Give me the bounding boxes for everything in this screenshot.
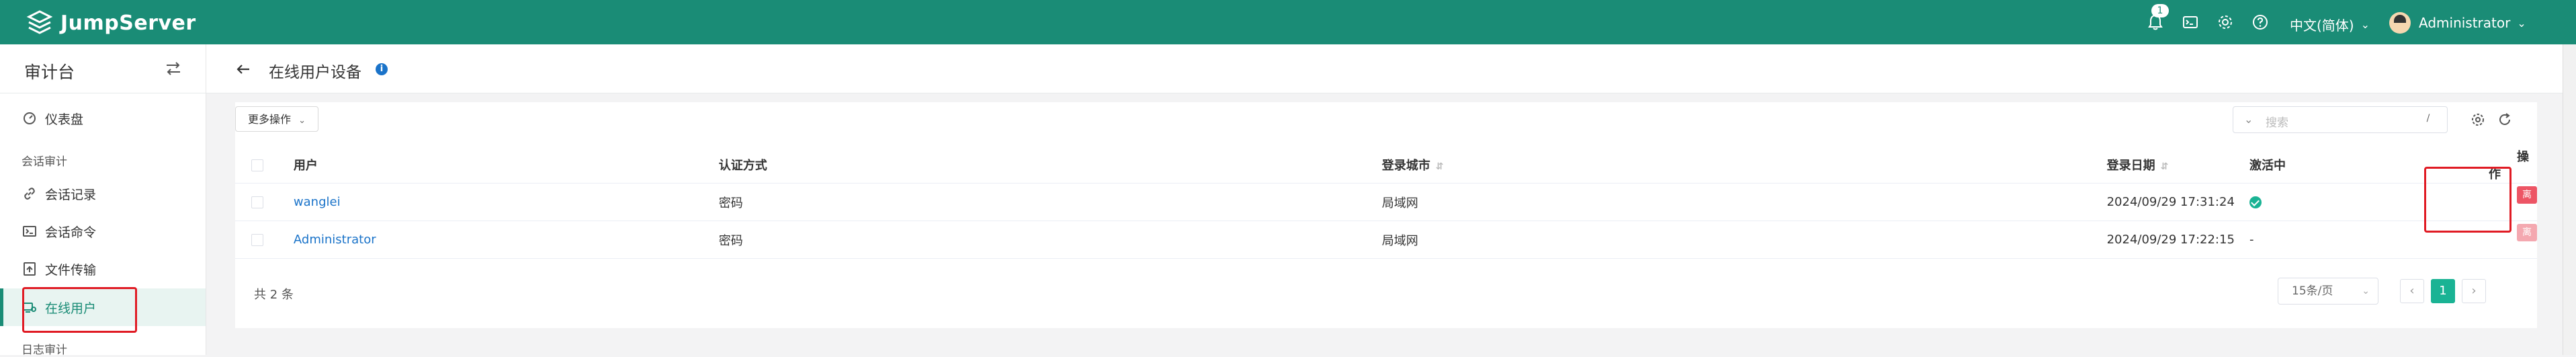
terminal-icon xyxy=(23,226,36,237)
file-transfer-icon xyxy=(24,262,36,276)
select-all-cell xyxy=(235,147,294,184)
content-card: 更多操作 ⌄ ⌄ 搜索 / 用户 认证方式 登录城市 ⇵ 登录日期 ⇵ 激活中 操作 xyxy=(235,102,2537,328)
cell-user: Administrator xyxy=(293,221,719,259)
sidebar-item-session-commands[interactable]: 会话命令 xyxy=(0,212,206,250)
page-size-select[interactable]: 15条/页 ⌄ xyxy=(2278,278,2378,305)
brand-logo[interactable]: JumpServer xyxy=(26,9,196,37)
search-placeholder: 搜索 xyxy=(2266,116,2288,130)
sidebar-item-label: 仪表盘 xyxy=(45,112,84,127)
link-icon xyxy=(24,188,35,200)
check-circle-icon xyxy=(2249,196,2262,208)
row-checkbox[interactable] xyxy=(251,234,263,246)
online-sessions-table: 用户 认证方式 登录城市 ⇵ 登录日期 ⇵ 激活中 操作 wanglei 密码 局域… xyxy=(235,147,2537,259)
user-link[interactable]: wanglei xyxy=(294,195,341,209)
user-link[interactable]: Administrator xyxy=(294,233,376,247)
column-header-label: 登录日期 xyxy=(2106,159,2155,173)
cell-auth-method: 密码 xyxy=(718,183,1382,221)
sort-icon[interactable]: ⇵ xyxy=(2161,161,2169,172)
sidebar-group-log-audit: 日志审计 xyxy=(22,344,67,357)
search-filter-chevron-icon[interactable]: ⌄ xyxy=(2244,113,2253,126)
column-header-login-city[interactable]: 登录城市 ⇵ xyxy=(1381,147,2107,184)
cell-login-date: 2024/09/29 17:31:24 xyxy=(2106,183,2249,221)
column-header-auth-method: 认证方式 xyxy=(718,147,1382,184)
column-header-label: 登录城市 xyxy=(1381,159,1430,173)
web-terminal-icon[interactable] xyxy=(2180,12,2200,32)
table-header-row: 用户 认证方式 登录城市 ⇵ 登录日期 ⇵ 激活中 操作 xyxy=(235,147,2537,184)
chevron-down-icon: ⌄ xyxy=(2360,18,2370,31)
language-selector[interactable]: 中文(简体) ⌄ xyxy=(2290,15,2370,34)
user-name: Administrator xyxy=(2419,15,2511,31)
cell-user: wanglei xyxy=(293,183,719,221)
prev-page-button[interactable]: ‹ xyxy=(2400,279,2424,303)
gear-icon[interactable] xyxy=(2215,12,2235,32)
row-checkbox[interactable] xyxy=(251,196,263,208)
chevron-down-icon: ⌄ xyxy=(298,116,306,126)
help-icon[interactable] xyxy=(2250,12,2270,32)
cell-login-city: 局域网 xyxy=(1381,221,2107,259)
search-input[interactable]: ⌄ 搜索 / xyxy=(2233,106,2448,133)
chevron-down-icon: ⌄ xyxy=(2362,286,2370,296)
table-row: wanglei 密码 局域网 2024/09/29 17:31:24 离线 xyxy=(235,183,2537,221)
refresh-icon[interactable] xyxy=(2497,112,2513,128)
dashboard-icon xyxy=(24,112,36,124)
sidebar-item-label: 文件传输 xyxy=(45,262,97,278)
highlight-box-sidebar xyxy=(22,287,137,333)
more-actions-label: 更多操作 xyxy=(248,113,292,126)
page-header: 在线用户设备 i xyxy=(206,44,2576,93)
column-header-user: 用户 xyxy=(293,147,719,184)
highlight-box-actions xyxy=(2424,167,2511,233)
brand-name: JumpServer xyxy=(60,11,196,35)
cell-login-date: 2024/09/29 17:22:15 xyxy=(2106,221,2249,259)
chevron-down-icon: ⌄ xyxy=(2517,16,2526,30)
sidebar-group-session-audit: 会话审计 xyxy=(22,155,67,169)
sidebar-title: 审计台 xyxy=(24,63,75,82)
more-actions-button[interactable]: 更多操作 ⌄ xyxy=(235,106,319,132)
row-select-cell xyxy=(235,183,294,221)
row-select-cell xyxy=(235,221,294,259)
switch-view-icon[interactable] xyxy=(164,59,183,78)
search-shortcut-hint: / xyxy=(2426,113,2430,124)
cell-auth-method: 密码 xyxy=(718,221,1382,259)
settings-icon[interactable] xyxy=(2470,112,2486,128)
page-number-button[interactable]: 1 xyxy=(2431,279,2455,303)
back-arrow-icon[interactable] xyxy=(234,61,252,78)
cell-login-city: 局域网 xyxy=(1381,183,2107,221)
sidebar-item-label: 会话记录 xyxy=(45,187,97,202)
page-size-value: 15条/页 xyxy=(2292,284,2333,298)
sidebar-item-file-transfer[interactable]: 文件传输 xyxy=(0,250,206,288)
offline-button-disabled: 离线 xyxy=(2517,223,2537,255)
table-row: Administrator 密码 局域网 2024/09/29 17:22:15… xyxy=(235,221,2537,259)
jumpserver-logo-icon xyxy=(26,10,53,34)
sidebar-item-session-records[interactable]: 会话记录 xyxy=(0,175,206,212)
next-page-button[interactable]: › xyxy=(2462,279,2486,303)
info-icon[interactable]: i xyxy=(376,63,388,75)
avatar xyxy=(2389,12,2411,34)
language-label: 中文(简体) xyxy=(2290,17,2354,34)
sort-icon[interactable]: ⇵ xyxy=(1436,161,1444,172)
user-menu[interactable]: Administrator ⌄ xyxy=(2389,12,2526,34)
window-scrollbar[interactable] xyxy=(2563,44,2576,355)
notification-badge: 1 xyxy=(2151,4,2169,17)
sidebar-item-dashboard[interactable]: 仪表盘 xyxy=(0,100,206,137)
top-navbar: JumpServer 1 中文(简体) ⌄ Administrator ⌄ xyxy=(0,0,2576,44)
offline-button[interactable]: 离线 xyxy=(2517,186,2537,218)
page-title: 在线用户设备 xyxy=(269,64,361,81)
select-all-checkbox[interactable] xyxy=(251,159,263,171)
column-header-login-date[interactable]: 登录日期 ⇵ xyxy=(2106,147,2249,184)
total-count: 共 2 条 xyxy=(254,288,294,302)
sidebar-header: 审计台 xyxy=(0,44,206,93)
sidebar-item-label: 会话命令 xyxy=(45,225,97,240)
